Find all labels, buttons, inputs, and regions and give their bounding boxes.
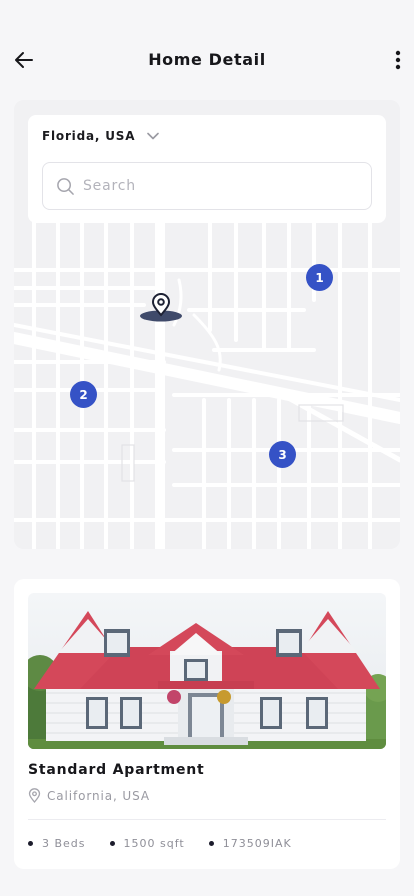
location-search-card: Florida, USA [28, 115, 386, 223]
search-icon [57, 178, 74, 195]
divider [28, 819, 386, 820]
bullet-icon [28, 841, 33, 846]
listing-card[interactable]: Standard Apartment California, USA 3 Bed… [14, 579, 400, 869]
spec-area: 1500 sqft [109, 837, 185, 850]
bullet-icon [208, 841, 214, 846]
listing-photo [28, 593, 386, 749]
map-marker-3[interactable]: 3 [269, 441, 296, 468]
search-field[interactable] [42, 162, 372, 210]
map-marker-1[interactable]: 1 [306, 264, 333, 291]
listing-title: Standard Apartment [28, 762, 205, 778]
page-title: Home Detail [148, 50, 266, 69]
header: Home Detail [0, 0, 414, 110]
listing-location: California, USA [28, 788, 150, 803]
spec-id-text: 173509IAK [222, 837, 292, 850]
vertical-dots-icon[interactable] [388, 49, 408, 71]
search-input[interactable] [83, 163, 363, 209]
map-marker-2[interactable]: 2 [70, 381, 97, 408]
location-dropdown[interactable]: Florida, USA [42, 129, 160, 143]
bullet-icon [109, 841, 115, 846]
spec-id: 173509IAK [208, 837, 292, 850]
spec-beds: 3 Beds [28, 837, 86, 850]
chevron-down-icon [147, 132, 160, 140]
location-label: Florida, USA [42, 129, 136, 143]
map-view[interactable]: Florida, USA 1 2 3 [14, 100, 400, 549]
listing-specs: 3 Beds 1500 sqft 173509IAK [28, 837, 316, 850]
listing-address: California, USA [47, 788, 150, 803]
current-location-pin-icon[interactable] [140, 293, 184, 323]
spec-beds-text: 3 Beds [42, 837, 86, 850]
location-pin-icon [28, 788, 41, 803]
spec-area-text: 1500 sqft [123, 837, 185, 850]
